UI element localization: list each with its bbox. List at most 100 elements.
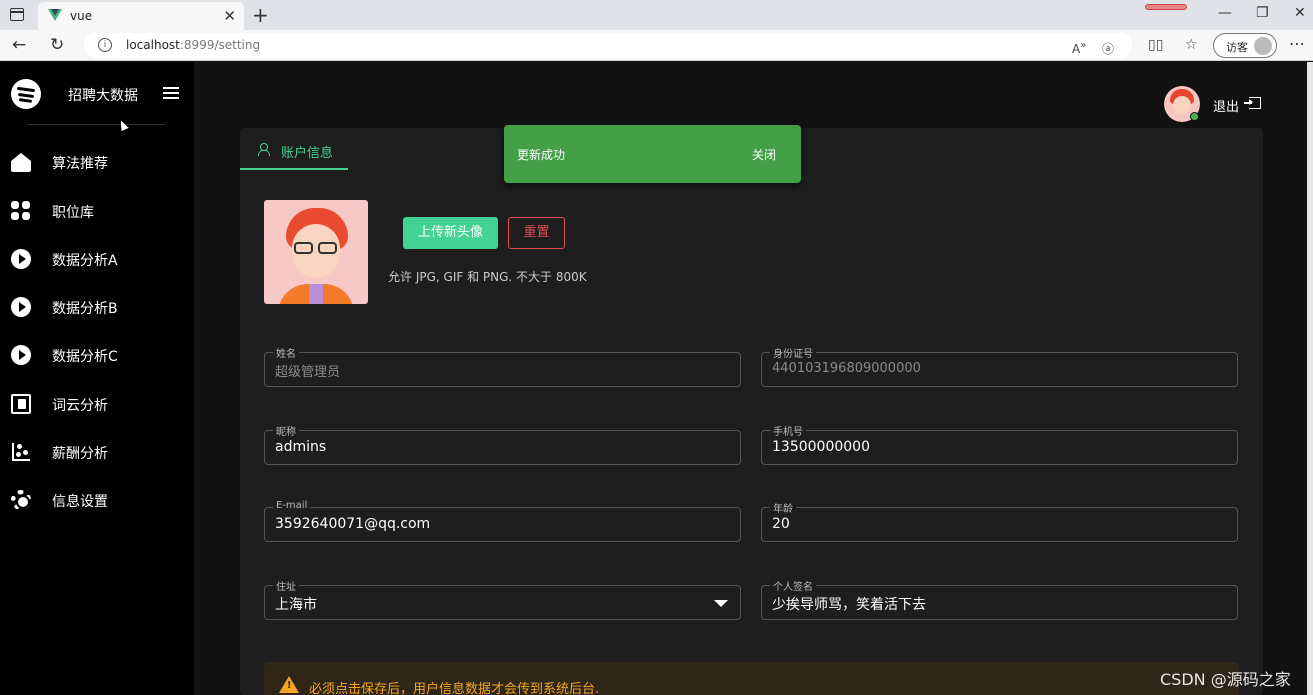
split-screen-icon[interactable]: ▯▯: [1148, 37, 1163, 53]
gear-icon: [11, 490, 31, 510]
tab-account-info[interactable]: 账户信息: [240, 128, 348, 170]
field-value: 3592640071@qq.com: [275, 516, 431, 532]
browser-tab[interactable]: vue ✕: [38, 2, 244, 30]
sidebar-item-salary[interactable]: 薪酬分析: [0, 432, 194, 472]
signature-field[interactable]: 个人签名 少挨导师骂，笑着活下去: [761, 578, 1238, 620]
brand-title: 招聘大数据: [68, 88, 138, 104]
grid-icon: [11, 201, 31, 221]
vue-favicon-icon: [48, 9, 62, 21]
spotify-logo-icon[interactable]: [11, 79, 41, 109]
tab-account-label: 账户信息: [281, 146, 334, 161]
account-icon: [258, 143, 270, 156]
watermark: CSDN @源码之家: [1160, 670, 1291, 689]
url-path: :8999/setting: [179, 38, 261, 52]
favorites-icon[interactable]: ☆: [1185, 37, 1198, 53]
url-field[interactable]: i localhost:8999/setting A» ⓐ: [84, 33, 1132, 58]
logout-icon[interactable]: [1244, 97, 1261, 109]
tab-close-icon[interactable]: ✕: [223, 7, 236, 25]
field-label: 年龄: [770, 500, 796, 515]
avatar-shirt: [309, 284, 323, 304]
minimize-icon[interactable]: —: [1218, 5, 1232, 21]
sidebar-item-jobs[interactable]: 职位库: [0, 191, 194, 231]
restore-icon[interactable]: ❐: [1256, 5, 1269, 21]
email-field[interactable]: E-mail 3592640071@qq.com: [264, 500, 741, 542]
sidebar-item-label: 词云分析: [52, 398, 108, 414]
avatar-glasses: [294, 242, 338, 254]
sidebar-item-analysis-a[interactable]: 数据分析A: [0, 239, 194, 279]
field-label: 住址: [273, 578, 299, 593]
age-field[interactable]: 年龄 20: [761, 500, 1238, 542]
field-value: 少挨导师骂，笑着活下去: [772, 597, 926, 613]
sidebar-item-analysis-b[interactable]: 数据分析B: [0, 287, 194, 327]
menu-toggle-icon[interactable]: [163, 87, 179, 99]
info-icon[interactable]: i: [98, 38, 112, 52]
field-value: admins: [275, 439, 327, 455]
play-circle-icon: [11, 297, 31, 317]
nickname-field[interactable]: 昵称 admins: [264, 423, 741, 465]
translate-icon[interactable]: ⓐ: [1102, 40, 1114, 57]
sidebar-item-label: 信息设置: [52, 494, 108, 510]
profile-picture: [264, 200, 368, 304]
avatar-face: [1173, 96, 1191, 114]
field-value: 上海市: [275, 597, 317, 613]
window-close-icon[interactable]: ✕: [1294, 5, 1306, 21]
field-label: 昵称: [273, 423, 299, 438]
library-music-icon: [11, 394, 31, 414]
phone-field[interactable]: 手机号 13500000000: [761, 423, 1238, 465]
sidebar-item-label: 薪酬分析: [52, 446, 108, 462]
field-value: 20: [772, 516, 790, 532]
toast-message: 更新成功: [517, 148, 566, 162]
read-aloud-icon[interactable]: A»: [1072, 40, 1086, 56]
sidebar-item-label: 职位库: [52, 205, 94, 221]
sidebar-item-label: 数据分析A: [52, 253, 118, 269]
dropdown-arrow-icon[interactable]: [714, 600, 728, 607]
toast-close-button[interactable]: 关闭: [752, 146, 776, 163]
window-indicator: [1145, 4, 1187, 10]
page-scrollbar[interactable]: [1307, 62, 1313, 695]
upload-avatar-button[interactable]: 上传新头像: [403, 217, 498, 249]
mouse-cursor: [117, 118, 129, 132]
warning-icon: [279, 676, 299, 693]
field-label: 身份证号: [770, 345, 816, 360]
field-label: 姓名: [273, 345, 299, 360]
play-circle-icon: [11, 345, 31, 365]
window-icon[interactable]: [10, 8, 24, 21]
warning-alert: 必须点击保存后，用户信息数据才会传到系统后台.: [264, 662, 1239, 695]
field-value: 13500000000: [772, 439, 870, 455]
sidebar: 招聘大数据 算法推荐 职位库 数据分析A 数据分析B 数据分析C 词云分析 薪酬…: [0, 62, 194, 695]
warning-text: 必须点击保存后，用户信息数据才会传到系统后台.: [309, 682, 600, 695]
guest-label: 访客: [1226, 41, 1248, 54]
back-icon[interactable]: ←: [12, 35, 26, 55]
tab-title: vue: [70, 9, 93, 23]
guest-profile-button[interactable]: 访客: [1213, 33, 1277, 58]
field-value: 440103196809000000: [772, 361, 921, 376]
name-field[interactable]: 姓名 超级管理员: [264, 345, 741, 387]
guest-avatar-icon: [1254, 37, 1272, 55]
online-status-badge: [1190, 112, 1199, 121]
logout-button[interactable]: 退出: [1213, 96, 1239, 115]
field-label: E-mail: [273, 500, 311, 511]
field-label: 个人签名: [770, 578, 816, 593]
account-card: 账户信息 上传新头像 重置 允许 JPG, GIF 和 PNG. 不大于 800…: [240, 128, 1263, 695]
success-toast: 更新成功 关闭: [504, 125, 801, 183]
new-tab-plus-icon[interactable]: +: [252, 3, 269, 27]
id-number-field[interactable]: 身份证号 440103196809000000: [761, 345, 1238, 387]
reload-icon[interactable]: ↻: [50, 35, 64, 55]
sidebar-item-label: 数据分析C: [52, 349, 118, 365]
sidebar-item-recommend[interactable]: 算法推荐: [0, 142, 194, 182]
sidebar-item-analysis-c[interactable]: 数据分析C: [0, 335, 194, 375]
play-circle-icon: [11, 249, 31, 269]
url-text: localhost:8999/setting: [126, 38, 260, 52]
more-icon[interactable]: ⋯: [1289, 34, 1305, 53]
sidebar-item-label: 算法推荐: [52, 156, 108, 172]
address-select[interactable]: 住址 上海市: [264, 578, 741, 620]
reset-button[interactable]: 重置: [508, 217, 565, 249]
sidebar-divider: [28, 124, 165, 125]
upload-hint: 允许 JPG, GIF 和 PNG. 不大于 800K: [388, 270, 587, 284]
sidebar-item-settings[interactable]: 信息设置: [0, 480, 194, 520]
sidebar-item-label: 数据分析B: [52, 301, 118, 317]
url-host: localhost: [126, 38, 180, 52]
field-value: 超级管理员: [275, 365, 341, 380]
field-label: 手机号: [770, 423, 806, 438]
sidebar-item-wordcloud[interactable]: 词云分析: [0, 384, 194, 424]
